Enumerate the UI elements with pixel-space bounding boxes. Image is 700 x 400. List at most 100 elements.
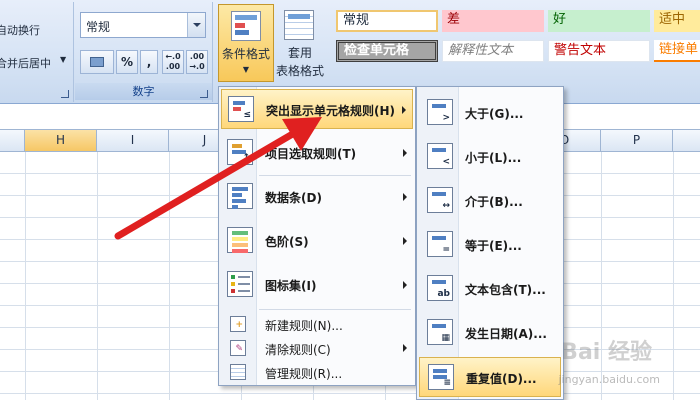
glyph: ≡ bbox=[443, 378, 451, 388]
format-as-table-label-2: 表格格式 bbox=[275, 64, 324, 78]
column-header[interactable]: P bbox=[601, 130, 673, 152]
glyph: < bbox=[442, 157, 450, 167]
table-format-icon bbox=[284, 10, 314, 40]
number-format-value: 常规 bbox=[86, 20, 111, 34]
submenu-item-label: 大于(G)... bbox=[465, 107, 524, 121]
style-good[interactable]: 好 bbox=[548, 10, 650, 32]
style-normal[interactable]: 常规 bbox=[336, 10, 438, 32]
column-header[interactable]: I bbox=[97, 130, 169, 152]
menu-item-label: 数据条(D) bbox=[265, 191, 322, 205]
between-icon: ↔ bbox=[427, 187, 453, 213]
comma-button[interactable]: , bbox=[140, 50, 158, 74]
glyph: ab bbox=[437, 289, 450, 299]
highlight-rules-icon: ≤ bbox=[228, 96, 254, 122]
menu-separator bbox=[259, 175, 411, 176]
column-header[interactable]: H bbox=[25, 130, 97, 152]
merge-center-button[interactable]: 合并后居中 bbox=[0, 55, 51, 71]
format-as-table-label-1: 套用 bbox=[287, 46, 312, 60]
style-neutral[interactable]: 适中 bbox=[654, 10, 700, 32]
submenu-item-label: 文本包含(T)... bbox=[465, 283, 546, 297]
submenu-arrow-icon bbox=[403, 237, 407, 245]
submenu-arrow-icon bbox=[403, 193, 407, 201]
new-rule-icon: + bbox=[230, 316, 246, 332]
menu-item-new-rule[interactable]: + 新建规则(N)... bbox=[221, 312, 413, 336]
style-check-cell[interactable]: 检查单元格 bbox=[336, 40, 438, 62]
menu-item-icon-sets[interactable]: 图标集(I) bbox=[221, 265, 413, 305]
chevron-down-icon[interactable] bbox=[187, 13, 205, 37]
submenu-item-label: 发生日期(A)... bbox=[465, 327, 547, 341]
menu-item-label: 项目选取规则(T) bbox=[265, 147, 357, 161]
number-format-dropdown[interactable]: 常规 bbox=[80, 12, 206, 38]
submenu-item-label: 重复值(D)... bbox=[466, 372, 537, 386]
top-bottom-rules-icon: ↑ bbox=[227, 139, 253, 165]
conditional-format-button[interactable]: 条件格式 ▼ bbox=[218, 4, 274, 82]
date-occurring-icon: ▦ bbox=[427, 319, 453, 345]
menu-item-label: 图标集(I) bbox=[265, 279, 317, 293]
format-as-table-button[interactable]: 套用 表格格式 bbox=[272, 4, 328, 82]
style-warning[interactable]: 警告文本 bbox=[548, 40, 650, 62]
decrease-decimal-icon: .00 →.0 bbox=[189, 52, 205, 71]
merge-dropdown-icon[interactable]: ▼ bbox=[60, 55, 66, 64]
style-explanatory[interactable]: 解释性文本 bbox=[442, 40, 544, 62]
submenu-item-between[interactable]: ↔ 介于(B)... bbox=[419, 181, 561, 221]
accounting-format-button[interactable] bbox=[80, 50, 114, 74]
submenu-item-text-contains[interactable]: ab 文本包含(T)... bbox=[419, 269, 561, 309]
submenu-item-greater-than[interactable]: > 大于(G)... bbox=[419, 93, 561, 133]
submenu-item-less-than[interactable]: < 小于(L)... bbox=[419, 137, 561, 177]
style-bad[interactable]: 差 bbox=[442, 10, 544, 32]
submenu-arrow-icon bbox=[403, 149, 407, 157]
increase-decimal-button[interactable]: ←.0 .00 bbox=[162, 50, 184, 74]
manage-rules-icon bbox=[230, 364, 246, 380]
conditional-format-label: 条件格式 bbox=[221, 47, 270, 61]
increase-decimal-icon: ←.0 .00 bbox=[165, 52, 181, 71]
wrap-text-button[interactable]: 自动换行 bbox=[0, 22, 40, 38]
submenu-item-label: 等于(E)... bbox=[465, 239, 522, 253]
conditional-format-icon bbox=[231, 11, 261, 41]
column-header-corner bbox=[0, 130, 25, 152]
color-scales-icon bbox=[227, 227, 253, 253]
equal-to-icon: = bbox=[427, 231, 453, 257]
menu-item-highlight-cell-rules[interactable]: ≤ 突出显示单元格规则(H) bbox=[221, 89, 413, 129]
submenu-arrow-icon bbox=[403, 344, 407, 352]
glyph: > bbox=[442, 113, 450, 123]
highlight-rules-submenu: > 大于(G)... < 小于(L)... ↔ 介于(B)... = 等于(E)… bbox=[416, 86, 564, 400]
watermark-logo: Bai 经验 bbox=[561, 340, 652, 365]
menu-item-label: 新建规则(N)... bbox=[265, 319, 343, 333]
number-group-label: 数字 bbox=[75, 83, 212, 100]
submenu-arrow-icon bbox=[402, 106, 406, 114]
alignment-group: 自动换行 合并后居中 ▼ bbox=[0, 2, 74, 102]
style-linked-cell[interactable]: 链接单 bbox=[654, 40, 700, 62]
clear-rules-icon: ✎ bbox=[230, 340, 246, 356]
menu-item-data-bars[interactable]: 数据条(D) bbox=[221, 177, 413, 217]
conditional-format-menu: ≤ 突出显示单元格规则(H) ↑ 项目选取规则(T) 数据条(D) 色阶(S) bbox=[218, 86, 416, 386]
glyph: ▦ bbox=[441, 333, 450, 343]
greater-than-icon: > bbox=[427, 99, 453, 125]
chevron-down-icon: ▼ bbox=[242, 65, 250, 74]
submenu-item-label: 介于(B)... bbox=[465, 195, 523, 209]
percent-button[interactable]: % bbox=[116, 50, 138, 74]
menu-item-label: 清除规则(C) bbox=[265, 343, 331, 357]
menu-item-label: 色阶(S) bbox=[265, 235, 309, 249]
data-bars-icon bbox=[227, 183, 253, 209]
submenu-arrow-icon bbox=[403, 281, 407, 289]
alignment-launcher-icon[interactable] bbox=[61, 90, 69, 98]
icon-sets-icon bbox=[227, 271, 253, 297]
menu-separator bbox=[259, 309, 411, 310]
submenu-item-equal-to[interactable]: = 等于(E)... bbox=[419, 225, 561, 265]
menu-item-color-scales[interactable]: 色阶(S) bbox=[221, 221, 413, 261]
menu-item-manage-rules[interactable]: 管理规则(R)... bbox=[221, 360, 413, 384]
menu-item-label: 管理规则(R)... bbox=[265, 367, 343, 381]
glyph: = bbox=[442, 245, 450, 255]
menu-item-clear-rules[interactable]: ✎ 清除规则(C) bbox=[221, 336, 413, 360]
number-launcher-icon[interactable] bbox=[200, 90, 208, 98]
watermark-url: jingyan.baidu.com bbox=[558, 373, 660, 386]
submenu-item-label: 小于(L)... bbox=[465, 151, 522, 165]
text-contains-icon: ab bbox=[427, 275, 453, 301]
menu-item-top-bottom-rules[interactable]: ↑ 项目选取规则(T) bbox=[221, 133, 413, 173]
glyph: ↔ bbox=[442, 201, 450, 211]
submenu-item-date-occurring[interactable]: ▦ 发生日期(A)... bbox=[419, 313, 561, 353]
menu-item-label: 突出显示单元格规则(H) bbox=[266, 104, 396, 118]
submenu-item-duplicate-values[interactable]: ≡ 重复值(D)... bbox=[419, 357, 561, 397]
column-header-blank bbox=[673, 130, 700, 152]
decrease-decimal-button[interactable]: .00 →.0 bbox=[186, 50, 208, 74]
